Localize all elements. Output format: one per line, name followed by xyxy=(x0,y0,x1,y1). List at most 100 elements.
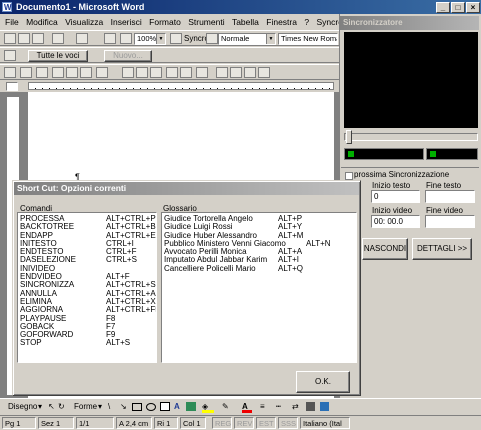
tab-selector[interactable] xyxy=(6,82,18,91)
text-end-icon[interactable] xyxy=(66,67,78,78)
undo-sync-icon[interactable] xyxy=(150,67,162,78)
next-sync-checkbox[interactable] xyxy=(345,172,353,180)
rectangle-icon[interactable] xyxy=(132,403,142,411)
format-painter-icon[interactable] xyxy=(32,33,44,44)
select-icon[interactable] xyxy=(80,67,92,78)
video-start-label: Inizio video xyxy=(372,206,413,215)
list-item[interactable]: Cancelliere Policelli Mario ALT+Q xyxy=(162,264,356,273)
dash-style-icon[interactable]: ┅ xyxy=(276,399,281,414)
status-indicator-2 xyxy=(426,148,478,160)
text-end-label: Fine testo xyxy=(426,181,462,190)
new-button[interactable]: Nuovo... xyxy=(104,50,152,62)
video-end-field[interactable] xyxy=(425,215,475,228)
redo-icon[interactable] xyxy=(76,33,88,44)
next-sync-label: prossima Sincronizzazione xyxy=(354,170,450,179)
delete-icon[interactable] xyxy=(166,67,178,78)
text-start-label: Inizio testo xyxy=(372,181,411,190)
play-pause-icon[interactable] xyxy=(216,67,228,78)
status-ext[interactable]: EST xyxy=(256,417,276,429)
shapes-menu[interactable]: Forme xyxy=(74,399,97,414)
table-icon[interactable] xyxy=(104,33,116,44)
close-button[interactable]: × xyxy=(466,2,480,13)
alert-icon[interactable] xyxy=(196,67,208,78)
refresh-icon[interactable] xyxy=(180,67,192,78)
clipart-icon[interactable] xyxy=(186,402,196,411)
drawing-toolbar: Disegno ▾ ↖ ↻ Forme ▾ \ ↘ A ◈ ✎ A ≡ ┅ ⇄ xyxy=(0,398,481,415)
menu-strumenti[interactable]: Strumenti xyxy=(188,14,224,30)
syncro-icon[interactable] xyxy=(170,33,182,44)
status-pages: 1/1 xyxy=(76,417,114,429)
stop-icon[interactable] xyxy=(258,67,270,78)
select-pointer-icon[interactable]: ↖ xyxy=(48,399,55,414)
video-start-icon[interactable] xyxy=(96,67,108,78)
status-line: Ri 1 xyxy=(154,417,178,429)
dialog-title: Short Cut: Opzioni correnti xyxy=(14,182,359,195)
go-back-icon[interactable] xyxy=(230,67,242,78)
process-icon[interactable] xyxy=(4,67,16,78)
video-end-icon[interactable] xyxy=(122,67,134,78)
menu-syncroopzioni[interactable]: SyncroOpzioni xyxy=(316,14,339,30)
video-slider-thumb[interactable] xyxy=(346,130,352,144)
maximize-button[interactable]: □ xyxy=(451,2,465,13)
exit-icon[interactable] xyxy=(36,67,48,78)
video-end-label: Fine video xyxy=(426,206,463,215)
commands-list[interactable]: PROCESSA ALT+CTRL+P BACKTOTREE ALT+CTRL+B … xyxy=(17,212,157,363)
zoom-select[interactable]: 100% ▼ xyxy=(134,33,166,45)
menu-modifica[interactable]: Modifica xyxy=(26,14,58,30)
go-forward-icon[interactable] xyxy=(244,67,256,78)
status-column: Col 1 xyxy=(180,417,206,429)
hide-button[interactable]: NASCONDI xyxy=(362,238,408,260)
print-icon[interactable] xyxy=(18,33,30,44)
text-end-field[interactable] xyxy=(425,190,475,203)
text-start-icon[interactable] xyxy=(52,67,64,78)
status-ovr[interactable]: SSS xyxy=(278,417,298,429)
word-app-icon[interactable] xyxy=(2,1,12,15)
chevron-down-icon[interactable]: ▾ xyxy=(98,399,102,414)
list-item[interactable]: STOP ALT+S xyxy=(18,339,156,348)
text-box-icon[interactable] xyxy=(160,402,170,411)
text-start-field[interactable]: 0 xyxy=(371,190,420,203)
menu-visualizza[interactable]: Visualizza xyxy=(65,14,103,30)
draw-menu[interactable]: Disegno xyxy=(8,399,37,414)
glossary-list[interactable]: Giudice Tortorella Angelo ALT+P Giudice L… xyxy=(161,212,357,363)
tree-icon[interactable] xyxy=(20,67,32,78)
chevron-down-icon[interactable]: ▾ xyxy=(38,399,42,414)
sync-panel-title: Sincronizzatore xyxy=(340,16,479,30)
chevron-double-icon[interactable] xyxy=(206,33,218,44)
all-items-button[interactable]: Tutte le voci xyxy=(28,50,88,62)
video-start-field[interactable]: 00: 00.0 xyxy=(371,215,420,228)
pilcrow-icon[interactable] xyxy=(120,33,132,44)
line-style-icon[interactable]: ≡ xyxy=(260,399,265,414)
status-section: Sez 1 xyxy=(38,417,74,429)
undo-icon[interactable] xyxy=(52,33,64,44)
shadow-icon[interactable] xyxy=(306,402,315,411)
horizontal-ruler[interactable] xyxy=(28,82,334,90)
video-slider[interactable] xyxy=(344,133,478,141)
divider xyxy=(341,167,479,168)
menu-formato[interactable]: Formato xyxy=(149,14,181,30)
ok-button[interactable]: O.K. xyxy=(296,371,350,393)
ellipse-icon[interactable] xyxy=(146,403,156,411)
menu-tabella[interactable]: Tabella xyxy=(232,14,259,30)
line-color-icon[interactable]: ✎ xyxy=(222,399,229,414)
arrow-style-icon[interactable]: ⇄ xyxy=(292,399,299,414)
style-select[interactable]: Normale ▼ xyxy=(218,33,276,45)
menu-file[interactable]: File xyxy=(5,14,19,30)
arrow-icon[interactable]: ↘ xyxy=(120,399,127,414)
status-page: Pg 1 xyxy=(2,417,36,429)
menu-finestra[interactable]: Finestra xyxy=(266,14,297,30)
menu-inserisci[interactable]: Inserisci xyxy=(111,14,142,30)
status-rec[interactable]: REG xyxy=(212,417,232,429)
save-icon[interactable] xyxy=(4,33,16,44)
status-position: A 2,4 cm xyxy=(116,417,152,429)
details-button[interactable]: DETTAGLI >> xyxy=(412,238,472,260)
sync-icon[interactable] xyxy=(136,67,148,78)
minimize-button[interactable]: _ xyxy=(436,2,450,13)
status-rev[interactable]: REV xyxy=(234,417,254,429)
3d-icon[interactable] xyxy=(320,402,329,411)
line-icon[interactable]: \ xyxy=(108,399,110,414)
rotate-icon[interactable]: ↻ xyxy=(58,399,65,414)
menu-help[interactable]: ? xyxy=(304,14,309,30)
font-select[interactable]: Times New Roman xyxy=(278,33,338,45)
wordart-icon[interactable]: A xyxy=(174,399,180,414)
